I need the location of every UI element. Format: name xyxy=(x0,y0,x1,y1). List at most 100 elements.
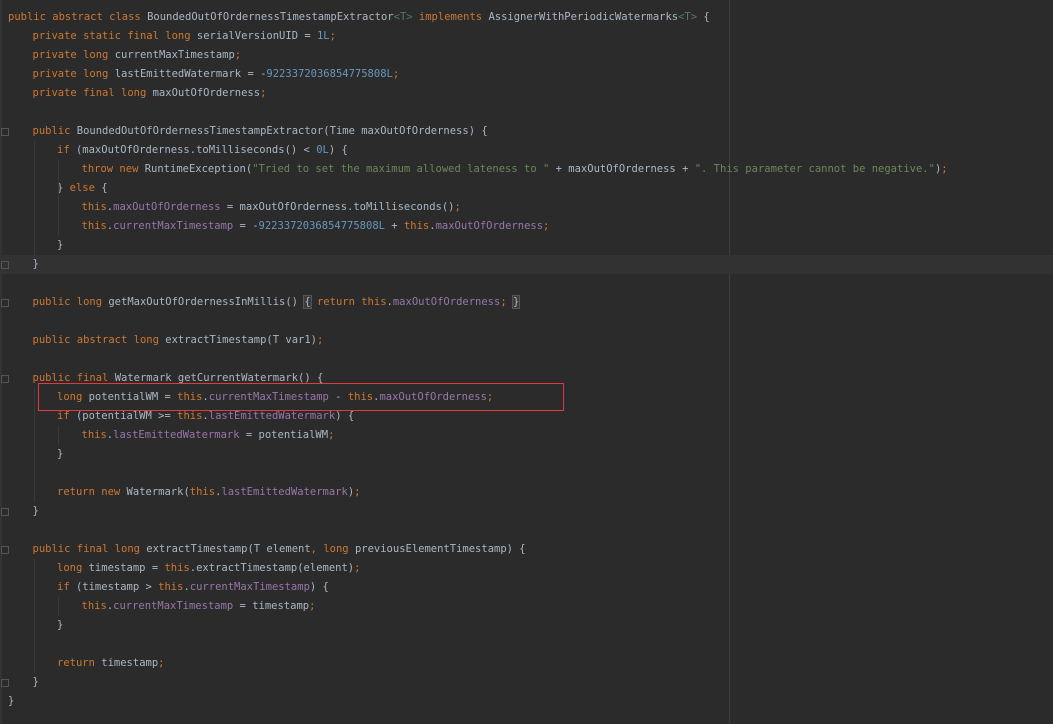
code-token: .extractTimestamp(element) xyxy=(189,562,355,574)
code-token: private long xyxy=(32,68,115,80)
code-token: timestamp xyxy=(101,657,159,669)
fold-toggle-icon[interactable] xyxy=(1,128,9,136)
code-token: } xyxy=(32,505,39,517)
code-token: return this xyxy=(316,296,387,308)
code-line[interactable]: this.currentMaxTimestamp = timestamp; xyxy=(82,597,316,616)
code-line[interactable]: return new Watermark(this.lastEmittedWat… xyxy=(57,483,360,502)
code-line[interactable]: } else { xyxy=(57,179,108,198)
code-token: } xyxy=(57,239,64,251)
code-token: maxOutOfOrderness xyxy=(435,220,544,232)
code-line[interactable]: } xyxy=(33,673,39,692)
code-token: { xyxy=(697,11,710,23)
code-line[interactable]: this.currentMaxTimestamp = -922337203685… xyxy=(82,217,550,236)
code-token: (maxOutOfOrderness.toMilliseconds() < xyxy=(75,144,317,156)
code-line[interactable]: } xyxy=(33,502,39,521)
code-line[interactable]: } xyxy=(57,616,63,635)
code-token: extractTimestamp(T var1) xyxy=(165,334,317,346)
code-token: ". This parameter cannot be negative." xyxy=(694,163,935,175)
code-line[interactable]: private static final long serialVersionU… xyxy=(33,27,336,46)
code-token: private long xyxy=(32,49,115,61)
code-line[interactable]: private long currentMaxTimestamp; xyxy=(33,46,242,65)
code-token: "Tried to set the maximum allowed latene… xyxy=(252,163,550,175)
code-token: currentMaxTimestamp xyxy=(189,581,310,593)
code-token: currentMaxTimestamp xyxy=(113,600,234,612)
code-token: return xyxy=(57,657,102,669)
code-line[interactable]: public BoundedOutOfOrdernessTimestampExt… xyxy=(33,122,488,141)
code-token: long xyxy=(57,562,89,574)
code-token: this xyxy=(81,220,107,232)
indent-guide xyxy=(33,388,35,502)
fold-toggle-icon[interactable] xyxy=(1,375,9,383)
code-token: lastEmittedWatermark xyxy=(208,410,336,422)
code-token: { xyxy=(101,182,108,194)
indent-guide xyxy=(33,559,35,673)
code-token: if xyxy=(57,144,76,156)
code-line[interactable]: this.maxOutOfOrderness = maxOutOfOrderne… xyxy=(82,198,461,217)
fold-toggle-icon[interactable] xyxy=(1,299,9,307)
code-token: extractTimestamp(T element xyxy=(146,543,311,555)
code-token: public final long xyxy=(32,543,147,555)
code-token: Watermark( xyxy=(126,486,190,498)
code-token: public abstract long xyxy=(32,334,166,346)
code-line[interactable]: } xyxy=(57,236,63,255)
code-token: AssignerWithPeriodicWatermarks xyxy=(488,11,679,23)
code-line[interactable]: private final long maxOutOfOrderness; xyxy=(33,84,267,103)
code-token: getMaxOutOfOrdernessInMillis() xyxy=(108,296,305,308)
code-token: if xyxy=(57,581,76,593)
fold-toggle-icon[interactable] xyxy=(1,679,9,687)
code-line[interactable]: if (timestamp > this.currentMaxTimestamp… xyxy=(57,578,329,597)
code-token: ; xyxy=(329,30,336,42)
highlight-box xyxy=(38,383,564,411)
code-token: + maxOutOfOrderness + xyxy=(549,163,695,175)
code-token: } xyxy=(32,676,39,688)
code-token: ; xyxy=(354,486,361,498)
code-token: private static final long xyxy=(32,30,197,42)
code-token: this xyxy=(177,410,203,422)
code-token: serialVersionUID = xyxy=(196,30,317,42)
indent-guide xyxy=(58,426,59,445)
code-token: 1L xyxy=(316,30,330,42)
indent-guide xyxy=(58,160,59,236)
code-line[interactable]: throw new RuntimeException("Tried to set… xyxy=(82,160,948,179)
code-line[interactable]: } xyxy=(33,255,39,274)
code-line[interactable]: public final long extractTimestamp(T ele… xyxy=(33,540,526,559)
code-line[interactable]: if (maxOutOfOrderness.toMilliseconds() <… xyxy=(57,141,348,160)
fold-toggle-icon[interactable] xyxy=(1,508,9,516)
code-token: } xyxy=(511,295,521,309)
code-token: ; xyxy=(454,201,461,213)
code-token: ; xyxy=(328,429,335,441)
code-token: this xyxy=(164,562,190,574)
indent-guide xyxy=(58,597,59,616)
code-token: long xyxy=(323,543,355,555)
code-line[interactable]: public long getMaxOutOfOrdernessInMillis… xyxy=(33,293,521,312)
code-token: this xyxy=(189,486,216,498)
code-line[interactable]: } xyxy=(8,692,14,711)
code-token: throw new xyxy=(81,163,145,175)
code-line[interactable]: long timestamp = this.extractTimestamp(e… xyxy=(57,559,360,578)
code-line[interactable]: } xyxy=(57,445,63,464)
code-token: RuntimeException( xyxy=(144,163,253,175)
fold-toggle-icon[interactable] xyxy=(1,546,9,554)
code-token: (timestamp > xyxy=(75,581,159,593)
fold-toggle-icon[interactable] xyxy=(1,261,9,269)
code-line[interactable]: this.lastEmittedWatermark = potentialWM; xyxy=(82,426,335,445)
code-editor[interactable]: public abstract class BoundedOutOfOrdern… xyxy=(0,0,1053,724)
code-token: <T> xyxy=(393,11,413,23)
code-token: BoundedOutOfOrdernessTimestampExtractor(… xyxy=(76,125,488,137)
code-token: ; xyxy=(354,562,361,574)
code-token: = potentialWM xyxy=(239,429,329,441)
code-line[interactable]: public abstract long extractTimestamp(T … xyxy=(33,331,324,350)
code-token: 0L xyxy=(316,144,329,156)
code-line[interactable]: private long lastEmittedWatermark = -922… xyxy=(33,65,400,84)
code-token: this xyxy=(81,201,107,213)
code-token: = maxOutOfOrderness.toMilliseconds() xyxy=(220,201,455,213)
code-token: ) { xyxy=(335,410,355,422)
code-token: = - xyxy=(233,220,259,232)
code-token: + xyxy=(384,220,404,232)
code-token: ; xyxy=(392,68,400,80)
code-line[interactable]: return timestamp; xyxy=(57,654,165,673)
code-token: currentMaxTimestamp xyxy=(113,220,234,232)
code-token: ; xyxy=(941,163,948,175)
code-line[interactable]: public abstract class BoundedOutOfOrdern… xyxy=(8,8,710,27)
code-token: (potentialWM >= xyxy=(75,410,178,422)
